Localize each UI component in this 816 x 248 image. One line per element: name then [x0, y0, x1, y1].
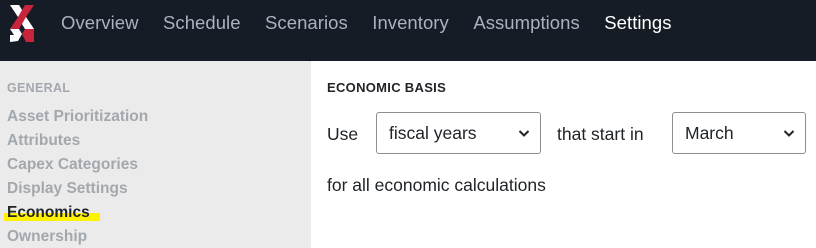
nav-settings[interactable]: Settings: [604, 12, 671, 34]
month-select-value: March: [685, 122, 734, 143]
top-navigation-bar: Overview Schedule Scenarios Inventory As…: [0, 0, 816, 61]
app-logo-icon[interactable]: [10, 5, 34, 42]
sidebar-item-economics[interactable]: Economics: [4, 204, 100, 222]
nav-overview[interactable]: Overview: [61, 12, 139, 34]
sidebar-item-attributes[interactable]: Attributes: [7, 132, 80, 150]
section-title: ECONOMIC BASIS: [327, 80, 447, 95]
sidebar-item-ownership[interactable]: Ownership: [7, 228, 87, 246]
economic-calculations-text: for all economic calculations: [327, 175, 546, 195]
nav-scenarios[interactable]: Scenarios: [265, 12, 348, 34]
year-type-select-value: fiscal years: [389, 122, 477, 143]
month-select[interactable]: March: [672, 112, 806, 154]
settings-sidebar: GENERAL Asset Prioritization Attributes …: [0, 61, 311, 248]
chevron-down-icon: [783, 130, 795, 137]
main-content: ECONOMIC BASIS Use fiscal years that sta…: [311, 61, 816, 248]
sidebar-item-display-settings[interactable]: Display Settings: [7, 180, 128, 198]
sidebar-item-capex-categories[interactable]: Capex Categories: [7, 156, 138, 174]
main-nav-menu: Overview Schedule Scenarios Inventory As…: [61, 0, 696, 46]
sidebar-item-asset-prioritization[interactable]: Asset Prioritization: [7, 108, 148, 126]
sidebar-section-heading: GENERAL: [7, 81, 71, 95]
year-type-select[interactable]: fiscal years: [376, 112, 541, 154]
nav-schedule[interactable]: Schedule: [163, 12, 241, 34]
nav-assumptions[interactable]: Assumptions: [473, 12, 579, 34]
start-label: that start in: [557, 124, 644, 144]
chevron-down-icon: [518, 130, 530, 137]
use-label: Use: [327, 124, 359, 144]
nav-inventory[interactable]: Inventory: [372, 12, 449, 34]
